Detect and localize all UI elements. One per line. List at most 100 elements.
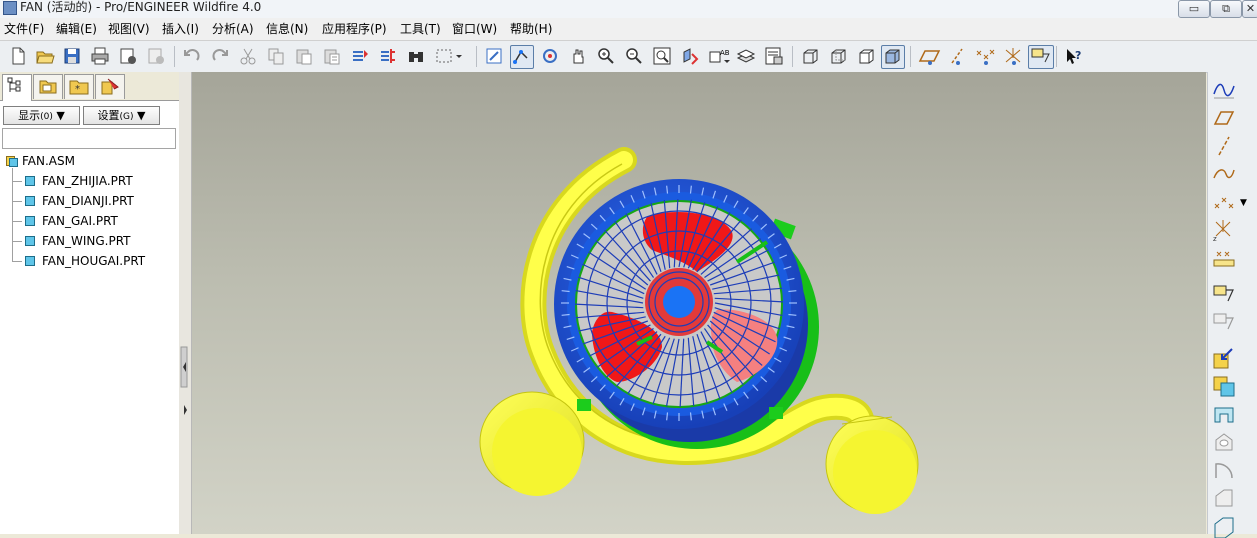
- title-bar: FAN (活动的) - Pro/ENGINEER Wildfire 4.0 ▭ …: [0, 0, 1257, 18]
- menu-tools[interactable]: 工具(T): [400, 22, 441, 36]
- paste-special-icon[interactable]: [322, 46, 342, 66]
- pan-icon[interactable]: [568, 46, 588, 66]
- sketched-curve-icon[interactable]: [1212, 78, 1236, 102]
- graphics-window[interactable]: [192, 72, 1206, 534]
- zoom-out-icon[interactable]: [624, 46, 644, 66]
- part-icon: [24, 195, 36, 207]
- close-button[interactable]: ✕: [1242, 0, 1257, 18]
- hole-tool-icon[interactable]: [1212, 430, 1236, 454]
- save-icon[interactable]: [62, 46, 82, 66]
- menu-help[interactable]: 帮助(H): [510, 22, 552, 36]
- spin-center-icon[interactable]: [510, 45, 534, 69]
- reorient-icon[interactable]: [680, 46, 700, 66]
- fan-assembly-model[interactable]: [192, 72, 1206, 534]
- round-tool-icon[interactable]: [1212, 458, 1236, 482]
- chamfer-tool-icon[interactable]: [1212, 486, 1236, 510]
- csys-display-icon[interactable]: [1002, 46, 1026, 66]
- new-icon[interactable]: [8, 46, 28, 66]
- menu-analysis[interactable]: 分析(A): [212, 22, 254, 36]
- select-box-icon[interactable]: [434, 46, 464, 66]
- main-toolbar: AB ?: [0, 41, 1257, 73]
- datum-point-display-icon[interactable]: [974, 46, 998, 66]
- component-create-icon[interactable]: [1212, 374, 1236, 398]
- send-mail-icon[interactable]: [118, 46, 138, 66]
- send-disabled-icon[interactable]: [146, 46, 166, 66]
- csys-icon[interactable]: z: [1212, 218, 1236, 242]
- minimize-button[interactable]: ▭: [1178, 0, 1210, 18]
- motor-hub-part[interactable]: [645, 268, 713, 336]
- view-manager-icon[interactable]: [764, 46, 784, 66]
- tree-root-assembly[interactable]: FAN.ASM: [22, 154, 75, 168]
- menu-insert[interactable]: 插入(I): [162, 22, 199, 36]
- tree-part-item[interactable]: FAN_GAI.PRT: [42, 214, 118, 228]
- tree-part-item[interactable]: FAN_WING.PRT: [42, 234, 131, 248]
- menu-applications[interactable]: 应用程序(P): [322, 22, 387, 36]
- datum-axis-icon[interactable]: [1212, 134, 1236, 158]
- tree-connector: [12, 241, 22, 242]
- chevron-down-icon: ▼: [56, 109, 65, 122]
- orient-icon[interactable]: [540, 46, 560, 66]
- regen-manager-icon[interactable]: [378, 46, 398, 66]
- settings-dropdown[interactable]: 设置(G) ▼: [83, 106, 160, 125]
- tab-folder-browser[interactable]: [33, 74, 63, 99]
- assembly-icon: [6, 155, 18, 167]
- cut-icon[interactable]: [238, 46, 258, 66]
- annotation-secondary-icon[interactable]: [1212, 310, 1236, 334]
- svg-text:*: *: [75, 84, 80, 95]
- menu-edit[interactable]: 编辑(E): [56, 22, 97, 36]
- wireframe-icon[interactable]: [800, 46, 820, 66]
- paste-icon[interactable]: [294, 46, 314, 66]
- rim-tick: [689, 412, 692, 421]
- whats-this-icon[interactable]: ?: [1064, 46, 1084, 66]
- regenerate-icon[interactable]: [350, 46, 370, 66]
- tab-model-tree[interactable]: [2, 74, 32, 101]
- datum-plane-icon[interactable]: [1212, 106, 1236, 130]
- layers-icon[interactable]: [736, 46, 756, 66]
- feature-toolbar: ▼ z: [1207, 72, 1257, 538]
- chevron-down-icon[interactable]: ▼: [1240, 198, 1247, 208]
- open-icon[interactable]: [35, 46, 55, 66]
- hidden-line-icon[interactable]: [828, 46, 848, 66]
- panel-splitter[interactable]: [179, 72, 192, 534]
- repaint-icon[interactable]: [484, 46, 504, 66]
- part-icon: [24, 215, 36, 227]
- tree-filter-input[interactable]: [2, 128, 176, 149]
- datum-point-icon[interactable]: [1212, 190, 1236, 214]
- tab-connections[interactable]: [95, 74, 125, 99]
- print-icon[interactable]: [90, 46, 110, 66]
- cut-tool-icon[interactable]: [1212, 402, 1236, 426]
- shell-tool-icon[interactable]: [1212, 514, 1236, 538]
- no-hidden-icon[interactable]: [856, 46, 876, 66]
- zoom-in-icon[interactable]: [596, 46, 616, 66]
- datum-plane-display-icon[interactable]: [918, 46, 942, 66]
- restore-button[interactable]: ⧉: [1210, 0, 1242, 18]
- menu-info[interactable]: 信息(N): [266, 22, 308, 36]
- menu-view[interactable]: 视图(V): [108, 22, 150, 36]
- toolbar-separator: [1056, 46, 1057, 67]
- undo-icon[interactable]: [182, 46, 202, 66]
- part-icon: [24, 255, 36, 267]
- show-dropdown[interactable]: 显示(0) ▼: [3, 106, 80, 125]
- show-dropdown-label: 显示: [18, 109, 41, 122]
- menu-window[interactable]: 窗口(W): [452, 22, 497, 36]
- analysis-feature-icon[interactable]: [1212, 246, 1236, 270]
- annotation-display-icon[interactable]: [1028, 45, 1054, 69]
- shading-icon[interactable]: [881, 45, 905, 69]
- component-assemble-icon[interactable]: [1212, 346, 1236, 370]
- tab-favorites[interactable]: *: [64, 74, 94, 99]
- tree-part-item[interactable]: FAN_HOUGAI.PRT: [42, 254, 145, 268]
- datum-axis-display-icon[interactable]: [946, 46, 970, 66]
- rim-tick: [561, 290, 570, 293]
- redo-icon[interactable]: [210, 46, 230, 66]
- tree-part-item[interactable]: FAN_DIANJI.PRT: [42, 194, 134, 208]
- menu-file[interactable]: 文件(F): [4, 22, 44, 36]
- tree-part-item[interactable]: FAN_ZHIJIA.PRT: [42, 174, 133, 188]
- saved-views-icon[interactable]: AB: [708, 46, 734, 66]
- copy-icon[interactable]: [266, 46, 286, 66]
- annotation-icon[interactable]: [1212, 282, 1236, 306]
- find-icon[interactable]: [406, 46, 426, 66]
- rim-tick: [561, 313, 570, 316]
- settings-dropdown-hint: (G): [119, 112, 134, 122]
- datum-curve-icon[interactable]: [1212, 162, 1236, 186]
- refit-icon[interactable]: [652, 46, 672, 66]
